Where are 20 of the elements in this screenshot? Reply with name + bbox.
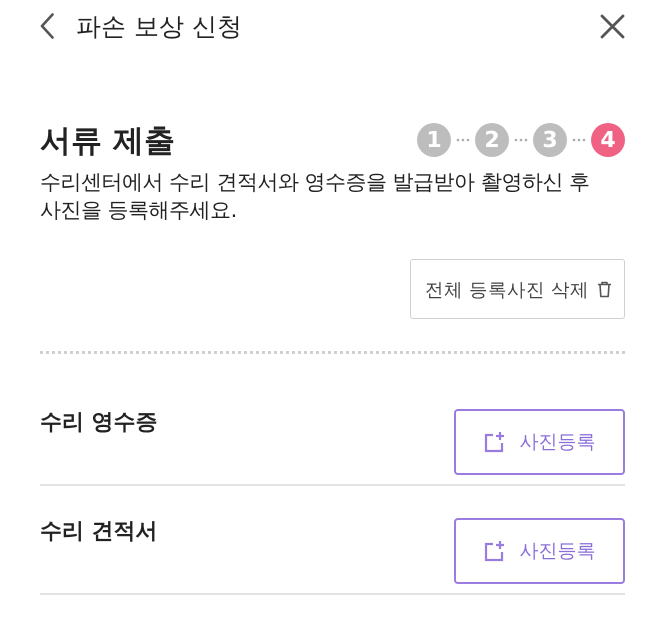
step-indicator: 1 — [417, 123, 451, 157]
add-photo-button[interactable]: 사진등록 — [454, 518, 625, 584]
close-icon[interactable] — [600, 14, 625, 38]
step-indicator: 3 — [533, 123, 567, 157]
add-photo-icon — [484, 431, 506, 453]
back-icon[interactable] — [40, 13, 54, 39]
step-connector-icon — [456, 138, 470, 142]
delete-all-photos-button[interactable]: 전체 등록사진 삭제 — [410, 259, 625, 319]
add-photo-icon — [484, 540, 506, 562]
section-title: 서류 제출 — [40, 122, 175, 161]
step-connector-icon — [514, 138, 528, 142]
step-connector-icon — [572, 138, 586, 142]
description-text: 수리센터에서 수리 견적서와 영수증을 발급받아 촬영하신 후 사진을 등록해주세요. — [40, 169, 591, 224]
step-indicator: 4 — [591, 123, 625, 157]
step-indicator: 2 — [475, 123, 509, 157]
page-title: 파손 보상 신청 — [76, 10, 242, 42]
add-photo-button[interactable]: 사진등록 — [454, 409, 625, 475]
trash-icon — [597, 280, 612, 298]
document-label: 수리 영수증 — [40, 409, 158, 437]
document-label: 수리 견적서 — [40, 518, 158, 546]
